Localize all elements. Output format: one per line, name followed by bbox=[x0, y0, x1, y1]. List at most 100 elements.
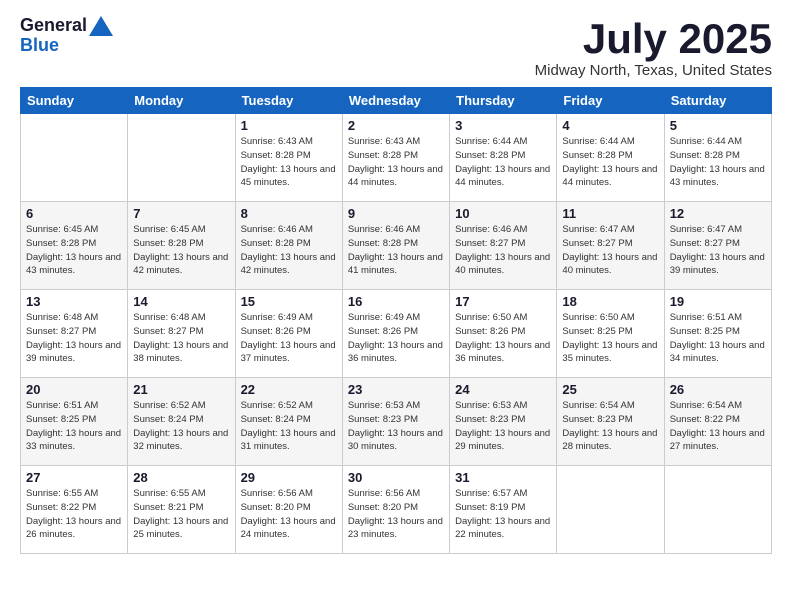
title-block: July 2025 Midway North, Texas, United St… bbox=[535, 16, 772, 79]
calendar-cell bbox=[664, 466, 771, 554]
day-info: Sunrise: 6:46 AM Sunset: 8:27 PM Dayligh… bbox=[455, 223, 551, 278]
day-number: 2 bbox=[348, 118, 444, 133]
calendar-cell: 13Sunrise: 6:48 AM Sunset: 8:27 PM Dayli… bbox=[21, 290, 128, 378]
calendar-cell: 29Sunrise: 6:56 AM Sunset: 8:20 PM Dayli… bbox=[235, 466, 342, 554]
day-number: 20 bbox=[26, 382, 122, 397]
dow-header: Tuesday bbox=[235, 88, 342, 114]
calendar-week-row: 20 Sunrise: 6:51 AM Sunset: 8:25 PM Dayli… bbox=[21, 378, 772, 466]
calendar-cell: 18 Sunrise: 6:50 AM Sunset: 8:25 PM Dayli… bbox=[557, 290, 664, 378]
calendar-cell: 16Sunrise: 6:49 AM Sunset: 8:26 PM Dayli… bbox=[342, 290, 449, 378]
dow-header: Sunday bbox=[21, 88, 128, 114]
calendar-cell: 31 Sunrise: 6:57 AM Sunset: 8:19 PM Dayli… bbox=[450, 466, 557, 554]
day-number: 23 bbox=[348, 382, 444, 397]
calendar-cell: 9 Sunrise: 6:46 AM Sunset: 8:28 PM Daylig… bbox=[342, 202, 449, 290]
calendar-cell: 28 Sunrise: 6:55 AM Sunset: 8:21 PM Dayli… bbox=[128, 466, 235, 554]
calendar-cell bbox=[128, 114, 235, 202]
days-of-week-row: SundayMondayTuesdayWednesdayThursdayFrid… bbox=[21, 88, 772, 114]
logo-blue: Blue bbox=[20, 35, 59, 55]
calendar-cell: 5 Sunrise: 6:44 AM Sunset: 8:28 PM Daylig… bbox=[664, 114, 771, 202]
calendar-cell: 6 Sunrise: 6:45 AM Sunset: 8:28 PM Daylig… bbox=[21, 202, 128, 290]
logo-general: General bbox=[20, 15, 87, 35]
calendar-cell: 1 Sunrise: 6:43 AM Sunset: 8:28 PM Daylig… bbox=[235, 114, 342, 202]
day-number: 18 bbox=[562, 294, 658, 309]
day-number: 30 bbox=[348, 470, 444, 485]
calendar-cell: 14 Sunrise: 6:48 AM Sunset: 8:27 PM Dayli… bbox=[128, 290, 235, 378]
calendar-cell: 21Sunrise: 6:52 AM Sunset: 8:24 PM Dayli… bbox=[128, 378, 235, 466]
day-info: Sunrise: 6:52 AM Sunset: 8:24 PM Dayligh… bbox=[241, 399, 337, 454]
calendar-cell: 10 Sunrise: 6:46 AM Sunset: 8:27 PM Dayli… bbox=[450, 202, 557, 290]
day-info: Sunrise: 6:47 AM Sunset: 8:27 PM Dayligh… bbox=[562, 223, 658, 278]
day-info: Sunrise: 6:46 AM Sunset: 8:28 PM Dayligh… bbox=[241, 223, 337, 278]
day-number: 25 bbox=[562, 382, 658, 397]
day-number: 29 bbox=[241, 470, 337, 485]
day-number: 14 bbox=[133, 294, 229, 309]
day-number: 31 bbox=[455, 470, 551, 485]
calendar-cell: 8 Sunrise: 6:46 AM Sunset: 8:28 PM Daylig… bbox=[235, 202, 342, 290]
calendar-cell: 26 Sunrise: 6:54 AM Sunset: 8:22 PM Dayli… bbox=[664, 378, 771, 466]
calendar-body: 1 Sunrise: 6:43 AM Sunset: 8:28 PM Daylig… bbox=[21, 114, 772, 554]
day-info: Sunrise: 6:50 AM Sunset: 8:25 PM Dayligh… bbox=[562, 311, 658, 366]
day-number: 4 bbox=[562, 118, 658, 133]
dow-header: Monday bbox=[128, 88, 235, 114]
day-info: Sunrise: 6:48 AM Sunset: 8:27 PM Dayligh… bbox=[133, 311, 229, 366]
dow-header: Thursday bbox=[450, 88, 557, 114]
logo-icon bbox=[89, 16, 113, 36]
calendar-cell: 11 Sunrise: 6:47 AM Sunset: 8:27 PM Dayli… bbox=[557, 202, 664, 290]
day-info: Sunrise: 6:53 AM Sunset: 8:23 PM Dayligh… bbox=[348, 399, 444, 454]
calendar-cell: 20 Sunrise: 6:51 AM Sunset: 8:25 PM Dayli… bbox=[21, 378, 128, 466]
day-number: 8 bbox=[241, 206, 337, 221]
calendar-week-row: 6 Sunrise: 6:45 AM Sunset: 8:28 PM Daylig… bbox=[21, 202, 772, 290]
day-number: 9 bbox=[348, 206, 444, 221]
day-number: 5 bbox=[670, 118, 766, 133]
calendar-cell: 30Sunrise: 6:56 AM Sunset: 8:20 PM Dayli… bbox=[342, 466, 449, 554]
day-info: Sunrise: 6:55 AM Sunset: 8:21 PM Dayligh… bbox=[133, 487, 229, 542]
day-number: 28 bbox=[133, 470, 229, 485]
day-info: Sunrise: 6:53 AM Sunset: 8:23 PM Dayligh… bbox=[455, 399, 551, 454]
day-number: 3 bbox=[455, 118, 551, 133]
day-info: Sunrise: 6:44 AM Sunset: 8:28 PM Dayligh… bbox=[455, 135, 551, 190]
day-number: 24 bbox=[455, 382, 551, 397]
calendar-cell: 3 Sunrise: 6:44 AM Sunset: 8:28 PM Daylig… bbox=[450, 114, 557, 202]
calendar-week-row: 1 Sunrise: 6:43 AM Sunset: 8:28 PM Daylig… bbox=[21, 114, 772, 202]
calendar-cell: 23 Sunrise: 6:53 AM Sunset: 8:23 PM Dayli… bbox=[342, 378, 449, 466]
day-info: Sunrise: 6:54 AM Sunset: 8:22 PM Dayligh… bbox=[670, 399, 766, 454]
day-number: 19 bbox=[670, 294, 766, 309]
day-info: Sunrise: 6:43 AM Sunset: 8:28 PM Dayligh… bbox=[241, 135, 337, 190]
day-number: 1 bbox=[241, 118, 337, 133]
dow-header: Friday bbox=[557, 88, 664, 114]
calendar-cell bbox=[21, 114, 128, 202]
day-info: Sunrise: 6:45 AM Sunset: 8:28 PM Dayligh… bbox=[133, 223, 229, 278]
day-info: Sunrise: 6:49 AM Sunset: 8:26 PM Dayligh… bbox=[241, 311, 337, 366]
calendar-week-row: 27Sunrise: 6:55 AM Sunset: 8:22 PM Dayli… bbox=[21, 466, 772, 554]
day-number: 11 bbox=[562, 206, 658, 221]
day-number: 7 bbox=[133, 206, 229, 221]
location: Midway North, Texas, United States bbox=[535, 62, 772, 79]
day-info: Sunrise: 6:57 AM Sunset: 8:19 PM Dayligh… bbox=[455, 487, 551, 542]
day-info: Sunrise: 6:54 AM Sunset: 8:23 PM Dayligh… bbox=[562, 399, 658, 454]
day-info: Sunrise: 6:46 AM Sunset: 8:28 PM Dayligh… bbox=[348, 223, 444, 278]
calendar-cell: 22 Sunrise: 6:52 AM Sunset: 8:24 PM Dayli… bbox=[235, 378, 342, 466]
calendar-cell: 12Sunrise: 6:47 AM Sunset: 8:27 PM Dayli… bbox=[664, 202, 771, 290]
day-info: Sunrise: 6:47 AM Sunset: 8:27 PM Dayligh… bbox=[670, 223, 766, 278]
calendar-cell: 25 Sunrise: 6:54 AM Sunset: 8:23 PM Dayli… bbox=[557, 378, 664, 466]
calendar-cell: 7 Sunrise: 6:45 AM Sunset: 8:28 PM Daylig… bbox=[128, 202, 235, 290]
calendar-cell: 27Sunrise: 6:55 AM Sunset: 8:22 PM Dayli… bbox=[21, 466, 128, 554]
calendar-week-row: 13 Sunrise: 6:48 AM Sunset: 8:27 PM Dayli… bbox=[21, 290, 772, 378]
day-number: 13 bbox=[26, 294, 122, 309]
day-number: 26 bbox=[670, 382, 766, 397]
day-info: Sunrise: 6:51 AM Sunset: 8:25 PM Dayligh… bbox=[26, 399, 122, 454]
day-info: Sunrise: 6:43 AM Sunset: 8:28 PM Dayligh… bbox=[348, 135, 444, 190]
day-number: 10 bbox=[455, 206, 551, 221]
day-info: Sunrise: 6:45 AM Sunset: 8:28 PM Dayligh… bbox=[26, 223, 122, 278]
day-number: 21 bbox=[133, 382, 229, 397]
day-number: 22 bbox=[241, 382, 337, 397]
day-info: Sunrise: 6:44 AM Sunset: 8:28 PM Dayligh… bbox=[670, 135, 766, 190]
day-number: 17 bbox=[455, 294, 551, 309]
day-number: 6 bbox=[26, 206, 122, 221]
dow-header: Saturday bbox=[664, 88, 771, 114]
month-title: July 2025 bbox=[535, 16, 772, 62]
calendar-cell: 19Sunrise: 6:51 AM Sunset: 8:25 PM Dayli… bbox=[664, 290, 771, 378]
page-header: General Blue July 2025 Midway North, Tex… bbox=[20, 16, 772, 79]
calendar-cell: 4Sunrise: 6:44 AM Sunset: 8:28 PM Daylig… bbox=[557, 114, 664, 202]
calendar: SundayMondayTuesdayWednesdayThursdayFrid… bbox=[20, 87, 772, 554]
